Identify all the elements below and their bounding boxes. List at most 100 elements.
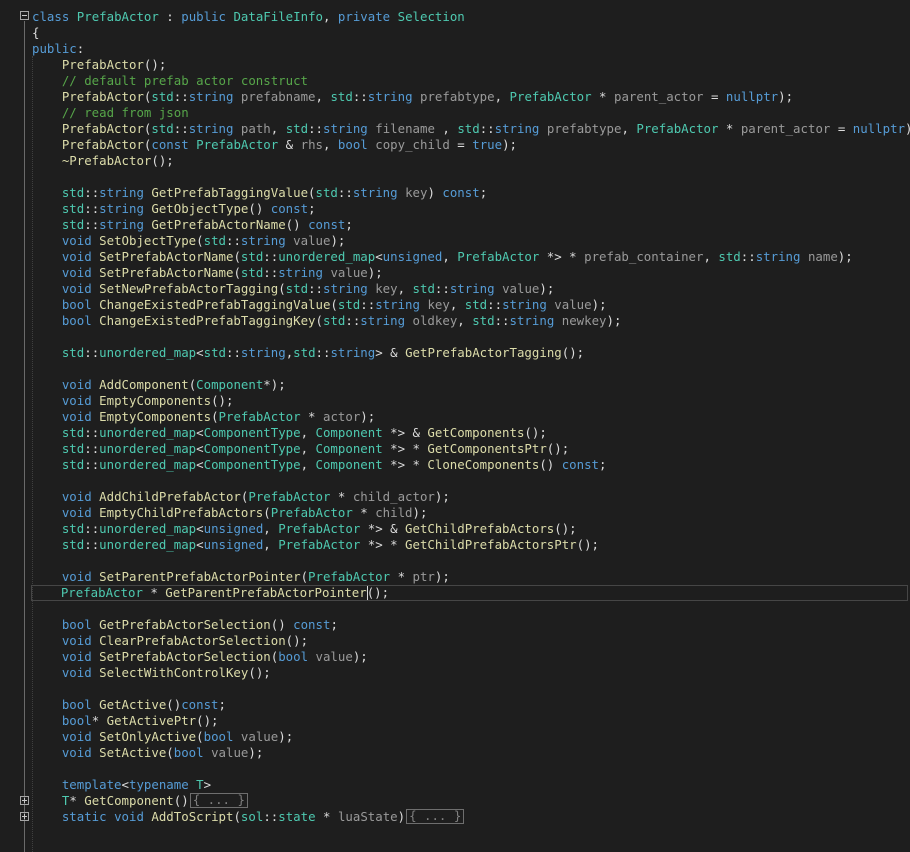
code-line[interactable]: PrefabActor * GetParentPrefabActorPointe… [31, 585, 908, 601]
code-line[interactable]: PrefabActor(); [32, 57, 166, 73]
code-line[interactable]: void SelectWithControlKey(); [32, 665, 271, 681]
code-line[interactable]: T* GetComponent(){ ... } [32, 793, 248, 809]
code-line[interactable]: void SetPrefabActorName(std::string valu… [32, 265, 383, 281]
code-token: :: [263, 249, 279, 264]
code-editor[interactable]: class PrefabActor : public DataFileInfo,… [0, 0, 910, 852]
code-line[interactable]: void SetObjectType(std::string value); [32, 233, 346, 249]
code-line[interactable]: std::unordered_map<unsigned, PrefabActor… [32, 521, 577, 537]
code-line[interactable]: std::unordered_map<std::string,std::stri… [32, 345, 584, 361]
code-token: *> * [539, 249, 585, 264]
code-line[interactable]: std::unordered_map<ComponentType, Compon… [32, 425, 547, 441]
code-line[interactable]: void SetActive(bool value); [32, 745, 263, 761]
code-token: () [248, 201, 271, 216]
code-line[interactable]: std::unordered_map<unsigned, PrefabActor… [32, 537, 599, 553]
code-token: bool [203, 729, 234, 744]
code-line[interactable]: { [32, 25, 39, 41]
code-token: value [293, 233, 331, 248]
code-line[interactable]: std::string GetObjectType() const; [32, 201, 316, 217]
code-token: ( [166, 745, 174, 760]
code-token: ); [367, 265, 383, 280]
code-line[interactable]: static void AddToScript(sol::state * lua… [32, 809, 465, 825]
code-token: std [61, 201, 85, 216]
code-line[interactable]: ~PrefabActor(); [32, 153, 174, 169]
code-token: , [442, 249, 458, 264]
code-token: ComponentType [203, 441, 301, 456]
code-token: ; [218, 697, 226, 712]
code-line[interactable]: void AddComponent(Component*); [32, 377, 286, 393]
code-token: ); [248, 745, 264, 760]
code-line[interactable]: bool GetActive()const; [32, 697, 226, 713]
code-token: ( [308, 185, 316, 200]
code-token: () [166, 697, 182, 712]
code-token: std [151, 121, 174, 136]
code-token: () [270, 617, 294, 632]
code-line[interactable]: void SetOnlyActive(bool value); [32, 729, 293, 745]
code-token: ); [778, 89, 794, 104]
code-line[interactable]: PrefabActor(const PrefabActor & rhs, boo… [32, 137, 517, 153]
code-token: string [188, 121, 234, 136]
code-line[interactable]: std::unordered_map<ComponentType, Compon… [32, 457, 607, 473]
code-line[interactable]: void SetPrefabActorSelection(bool value)… [32, 649, 368, 665]
code-token: () [285, 217, 309, 232]
code-line[interactable]: class PrefabActor : public DataFileInfo,… [32, 9, 465, 25]
code-line[interactable]: void ClearPrefabActorSelection(); [32, 633, 308, 649]
code-line[interactable]: void SetParentPrefabActorPointer(PrefabA… [32, 569, 450, 585]
code-token: , [263, 537, 279, 552]
code-line[interactable]: std::string GetPrefabTaggingValue(std::s… [32, 185, 487, 201]
code-token: CloneComponents [427, 457, 540, 472]
expand-plus-icon[interactable] [20, 796, 29, 805]
code-line[interactable]: PrefabActor(std::string prefabname, std:… [32, 89, 793, 105]
code-token: value [554, 297, 592, 312]
code-token: *> & [382, 425, 428, 440]
code-line[interactable]: void EmptyComponents(PrefabActor * actor… [32, 409, 375, 425]
code-line[interactable]: bool* GetActivePtr(); [32, 713, 219, 729]
code-token: ( [330, 297, 338, 312]
code-token: GetPrefabTaggingValue [151, 185, 309, 200]
code-line[interactable]: void EmptyComponents(); [32, 393, 234, 409]
code-token: std [315, 185, 338, 200]
code-token: ( [196, 729, 204, 744]
collapse-minus-icon[interactable] [20, 11, 29, 20]
code-token: ); [352, 649, 368, 664]
code-token: :: [84, 201, 100, 216]
code-token: std [151, 89, 174, 104]
code-line[interactable]: PrefabActor(std::string path, std::strin… [32, 121, 910, 137]
code-token: , [315, 89, 331, 104]
collapsed-block[interactable]: { ... } [189, 793, 248, 808]
code-line[interactable]: std::string GetPrefabActorName() const; [32, 217, 353, 233]
code-token: < [196, 345, 204, 360]
code-line[interactable]: // default prefab actor construct [32, 73, 308, 89]
code-token: :: [263, 809, 279, 824]
expand-plus-icon[interactable] [20, 812, 29, 821]
code-line[interactable]: void SetPrefabActorName(std::unordered_m… [32, 249, 853, 265]
code-line[interactable]: void SetNewPrefabActorTagging(std::strin… [32, 281, 554, 297]
code-token: GetChildPrefabActors [405, 521, 555, 536]
code-line[interactable]: public: [32, 41, 84, 57]
collapsed-block[interactable]: { ... } [406, 809, 465, 824]
code-token: void [61, 393, 92, 408]
code-line[interactable]: bool ChangeExistedPrefabTaggingKey(std::… [32, 313, 622, 329]
code-token: ( [196, 233, 204, 248]
code-token: std [285, 281, 309, 296]
code-line[interactable]: std::unordered_map<ComponentType, Compon… [32, 441, 569, 457]
code-token: key [375, 281, 398, 296]
code-token: < [196, 441, 204, 456]
code-token: Component [315, 441, 383, 456]
code-line[interactable]: bool ChangeExistedPrefabTaggingValue(std… [32, 297, 607, 313]
code-token: , [397, 281, 413, 296]
code-line[interactable]: template<typename T> [32, 777, 211, 793]
code-token: Component [196, 377, 264, 392]
code-line[interactable]: bool GetPrefabActorSelection() const; [32, 617, 338, 633]
code-line[interactable]: void AddChildPrefabActor(PrefabActor * c… [32, 489, 450, 505]
code-line[interactable]: // read from json [32, 105, 189, 121]
code-line[interactable]: void EmptyChildPrefabActors(PrefabActor … [32, 505, 428, 521]
code-token: *); [263, 377, 286, 392]
